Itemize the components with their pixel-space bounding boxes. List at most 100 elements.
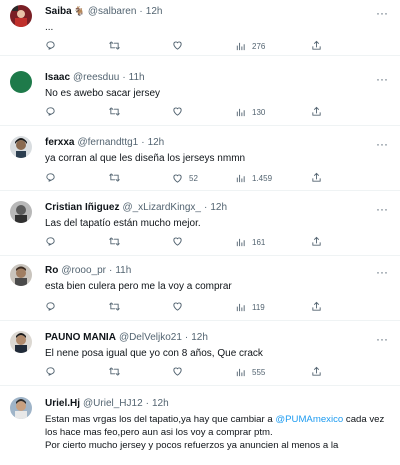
retweet-button[interactable] [109, 301, 126, 312]
retweet-button[interactable] [109, 366, 126, 377]
like-icon [172, 173, 183, 184]
avatar[interactable] [10, 264, 32, 286]
like-icon [172, 236, 183, 247]
reply-button[interactable] [45, 236, 62, 247]
views-button[interactable]: 130 [235, 106, 265, 119]
tweet[interactable]: Isaac @reesduu · 11h No es awebo sacar j… [0, 61, 400, 126]
like-icon [172, 301, 183, 312]
timestamp[interactable]: 11h [129, 71, 145, 84]
more-icon[interactable]: ··· [376, 138, 388, 150]
mention-link[interactable]: @PUMAmexico [275, 414, 343, 425]
tweet[interactable]: Cristian Iñiguez @_xLizardKingx_ · 12h L… [0, 191, 400, 256]
handle[interactable]: @DelVeljko21 [119, 331, 182, 344]
timestamp[interactable]: 12h [152, 397, 169, 410]
share-button[interactable] [311, 40, 322, 51]
retweet-icon [109, 40, 120, 51]
retweet-icon [109, 172, 120, 183]
retweet-button[interactable] [109, 172, 126, 183]
tweet[interactable]: Saiba 🐐 @salbaren · 12h ... ··· 276 [0, 0, 400, 56]
tweet-text: El nene posa igual que yo con 8 años, Qu… [45, 348, 263, 359]
like-count: 52 [189, 174, 198, 183]
views-button[interactable]: 161 [235, 236, 265, 249]
share-button[interactable] [311, 366, 322, 377]
tweet-text: Estan mas vrgas los del tapatio,ya hay q… [45, 413, 392, 452]
like-button[interactable] [172, 236, 189, 247]
display-name[interactable]: Ro [45, 264, 58, 277]
retweet-button[interactable] [109, 106, 126, 117]
display-name[interactable]: Isaac [45, 71, 70, 84]
timestamp[interactable]: 11h [115, 264, 131, 277]
timestamp[interactable]: 12h [146, 5, 163, 18]
display-name[interactable]: Uriel.Hj [45, 397, 80, 410]
reply-button[interactable] [45, 106, 62, 117]
retweet-icon [109, 301, 120, 312]
handle[interactable]: @salbaren [88, 5, 137, 18]
views-icon [235, 41, 246, 52]
handle[interactable]: @fernandttg1 [77, 136, 138, 149]
avatar[interactable] [10, 136, 32, 158]
retweet-icon [109, 106, 120, 117]
tweet-text: esta bien culera pero me la voy a compra… [45, 281, 232, 292]
retweet-button[interactable] [109, 40, 126, 51]
more-icon[interactable]: ··· [376, 333, 388, 345]
views-button[interactable]: 119 [235, 301, 265, 314]
separator-dot: · [141, 137, 145, 148]
like-button[interactable] [172, 366, 189, 377]
reply-button[interactable] [45, 366, 62, 377]
handle[interactable]: @reesduu [73, 71, 119, 84]
avatar[interactable] [10, 397, 32, 419]
views-icon [235, 107, 246, 118]
avatar[interactable] [10, 331, 32, 353]
tweet[interactable]: Ro @rooo_pr · 11h esta bien culera pero … [0, 256, 400, 321]
like-button[interactable]: 52 [172, 172, 198, 185]
separator-dot: · [108, 265, 113, 276]
share-button[interactable] [311, 172, 322, 183]
separator-dot: · [203, 202, 208, 213]
reply-icon [45, 106, 56, 117]
display-name[interactable]: Saiba [45, 5, 72, 18]
display-name[interactable]: ferxxa [45, 136, 74, 149]
handle[interactable]: @rooo_pr [61, 264, 106, 277]
reply-button[interactable] [45, 172, 62, 183]
share-button[interactable] [311, 106, 322, 117]
like-button[interactable] [172, 106, 189, 117]
tweet[interactable]: PAUNO MANIA @DelVeljko21 · 12h El nene p… [0, 321, 400, 386]
tweet-text-part: Por cierto mucho jersey y pocos refuerzo… [45, 440, 339, 451]
display-name[interactable]: PAUNO MANIA [45, 331, 116, 344]
tweet-text: ya corran al que les diseña los jerseys … [45, 153, 246, 164]
more-icon[interactable]: ··· [376, 7, 388, 19]
tweet-text-part: Estan mas vrgas los del tapatio,ya hay q… [45, 414, 276, 425]
share-button[interactable] [311, 301, 322, 312]
reply-button[interactable] [45, 40, 62, 51]
views-count: 555 [252, 368, 266, 377]
more-icon[interactable]: ··· [376, 73, 388, 85]
avatar[interactable] [10, 71, 32, 93]
like-button[interactable] [172, 301, 189, 312]
avatar[interactable] [10, 201, 32, 223]
views-count: 119 [252, 303, 265, 312]
retweet-button[interactable] [109, 236, 126, 247]
more-icon[interactable]: ··· [376, 266, 388, 278]
views-button[interactable]: 1.459 [235, 172, 272, 185]
views-button[interactable]: 276 [235, 40, 265, 53]
views-button[interactable]: 555 [235, 366, 265, 379]
reply-icon [45, 40, 56, 51]
reply-button[interactable] [45, 301, 62, 312]
tweet[interactable]: ferxxa @fernandttg1 · 12h ya corran al q… [0, 126, 400, 191]
handle[interactable]: @Uriel_HJ12 [83, 397, 143, 410]
separator-dot: · [122, 72, 126, 83]
reply-feed: Saiba 🐐 @salbaren · 12h ... ··· 276 Isaa… [0, 0, 400, 465]
timestamp[interactable]: 12h [148, 136, 165, 149]
views-count: 161 [252, 238, 266, 247]
like-button[interactable] [172, 40, 189, 51]
reply-icon [45, 301, 56, 312]
timestamp[interactable]: 12h [210, 201, 227, 214]
share-button[interactable] [311, 236, 322, 247]
timestamp[interactable]: 12h [191, 331, 208, 344]
more-icon[interactable]: ··· [376, 203, 388, 215]
avatar[interactable] [10, 5, 32, 27]
display-name[interactable]: Cristian Iñiguez [45, 201, 119, 214]
goat-emoji: 🐐 [73, 6, 85, 16]
tweet[interactable]: Uriel.Hj @Uriel_HJ12 · 12h Estan mas vrg… [0, 388, 400, 465]
handle[interactable]: @_xLizardKingx_ [122, 201, 201, 214]
